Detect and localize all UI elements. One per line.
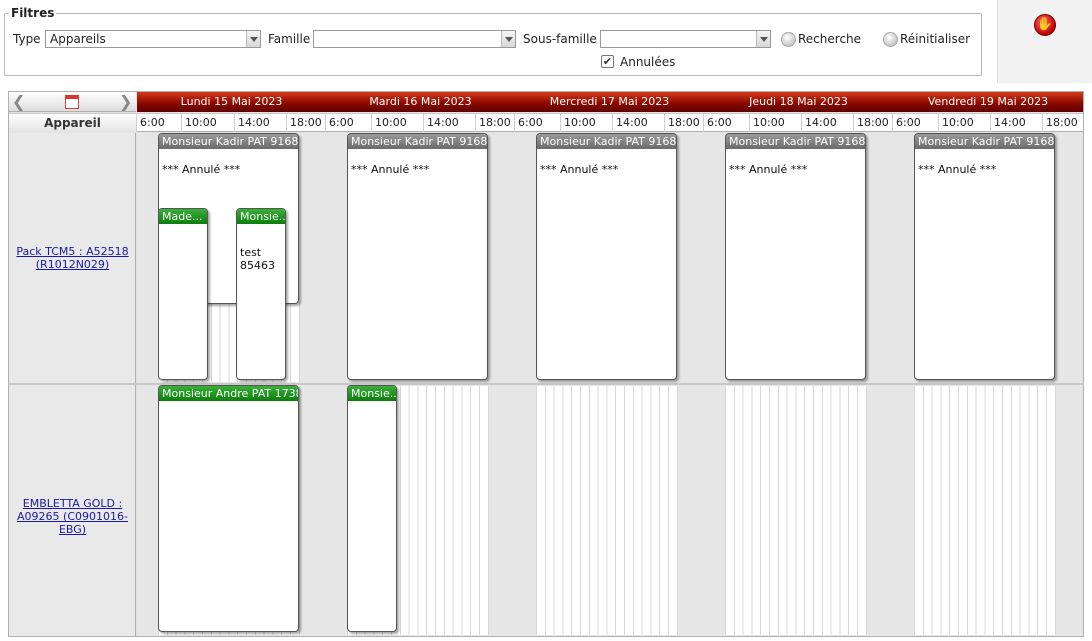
time-label: 18:00 [286, 114, 322, 132]
time-label: 10:00 [371, 114, 407, 132]
time-label: 18:00 [475, 114, 511, 132]
appareil-column-header: Appareil [9, 113, 136, 132]
day-header: Vendredi 19 Mai 2023 [893, 92, 1083, 112]
time-slot-grid[interactable] [914, 386, 1056, 635]
reinitialiser-icon[interactable] [883, 32, 898, 47]
time-label: 14:00 [423, 114, 459, 132]
event-title: Monsie... [237, 209, 285, 224]
sousfamille-label: Sous-famille [523, 32, 597, 46]
time-label: 6:00 [703, 114, 732, 132]
event-status: *** Annulé *** [729, 163, 808, 176]
day-header: Mercredi 17 Mai 2023 [515, 92, 704, 112]
right-panel [997, 0, 1092, 83]
time-slot-grid[interactable] [725, 386, 867, 635]
time-label: 14:00 [234, 114, 270, 132]
annulees-label: Annulées [620, 55, 676, 69]
event-title: Made... [159, 209, 207, 224]
chevron-down-icon[interactable] [756, 31, 770, 47]
event-card[interactable]: Monsieur Kadir PAT 9168 *** Annulé *** [914, 133, 1055, 380]
day-header: Lundi 15 Mai 2023 [137, 92, 326, 112]
recherche-button[interactable]: Recherche [798, 32, 861, 46]
type-select-value: Appareils [50, 32, 106, 46]
event-card[interactable]: Monsie... [347, 385, 397, 632]
chevron-down-icon[interactable] [501, 31, 515, 47]
event-title: Monsieur Kadir PAT 9168 [348, 134, 487, 149]
stop-hand-icon[interactable]: ✋ [1034, 14, 1056, 36]
time-label: 10:00 [749, 114, 785, 132]
sousfamille-select[interactable] [600, 30, 771, 48]
famille-label: Famille [268, 32, 311, 46]
calendar-nav: ❮ ❯ [9, 92, 136, 112]
annulees-checkbox[interactable]: ✔ [601, 55, 614, 68]
type-label: Type [13, 32, 41, 46]
event-status: *** Annulé *** [162, 163, 241, 176]
event-title: Monsieur Kadir PAT 9168 [159, 134, 298, 149]
time-label: 14:00 [612, 114, 648, 132]
event-card[interactable]: Monsieur Kadir PAT 9168 *** Annulé *** [347, 133, 488, 380]
time-label: 14:00 [990, 114, 1026, 132]
day-header: Mardi 16 Mai 2023 [326, 92, 515, 112]
event-status: *** Annulé *** [351, 163, 430, 176]
time-label: 6:00 [136, 114, 165, 132]
type-select[interactable]: Appareils [45, 30, 261, 48]
next-arrow-icon[interactable]: ❯ [119, 92, 132, 112]
event-details: test 85463 [240, 246, 275, 272]
time-label: 10:00 [560, 114, 596, 132]
time-label: 10:00 [181, 114, 217, 132]
prev-arrow-icon[interactable]: ❮ [12, 92, 25, 112]
event-card[interactable]: Monsieur Andre PAT 173821 [158, 385, 299, 632]
time-label: 10:00 [938, 114, 974, 132]
reinitialiser-button[interactable]: Réinitialiser [900, 32, 970, 46]
chevron-down-icon[interactable] [246, 31, 260, 47]
event-title: Monsieur Andre PAT 173821 [159, 386, 298, 401]
famille-select[interactable] [313, 30, 516, 48]
time-label: 18:00 [853, 114, 889, 132]
time-label: 6:00 [514, 114, 543, 132]
time-label: 6:00 [892, 114, 921, 132]
time-label: 14:00 [801, 114, 837, 132]
resource-row-label: EMBLETTA GOLD : A09265 (C0901016-EBG) [9, 385, 136, 636]
event-title: Monsie... [348, 386, 396, 401]
resource-link-pack-tcm5[interactable]: Pack TCM5 : A52518 (R1012N029) [9, 245, 136, 271]
time-label: 6:00 [325, 114, 354, 132]
event-title: Monsieur Kadir PAT 9168 [915, 134, 1054, 149]
time-slot-grid[interactable] [536, 386, 678, 635]
resource-link-embletta-gold[interactable]: EMBLETTA GOLD : A09265 (C0901016-EBG) [9, 497, 136, 536]
time-label: 18:00 [1042, 114, 1078, 132]
resource-row-label: Pack TCM5 : A52518 (R1012N029) [9, 133, 136, 383]
calendar-icon[interactable] [65, 95, 79, 109]
recherche-icon[interactable] [781, 32, 796, 47]
event-status: *** Annulé *** [540, 163, 619, 176]
day-header: Jeudi 18 Mai 2023 [704, 92, 893, 112]
event-title: Monsieur Kadir PAT 9168 [537, 134, 676, 149]
event-card[interactable]: Monsieur Kadir PAT 9168 *** Annulé *** [725, 133, 866, 380]
event-title: Monsieur Kadir PAT 9168 [726, 134, 865, 149]
event-card[interactable]: Made... [158, 208, 208, 380]
event-status: *** Annulé *** [918, 163, 997, 176]
event-card[interactable]: Monsie... test 85463 [236, 208, 286, 380]
time-label: 18:00 [664, 114, 700, 132]
filters-legend: Filtres [9, 6, 57, 20]
event-card[interactable]: Monsieur Kadir PAT 9168 *** Annulé *** [536, 133, 677, 380]
